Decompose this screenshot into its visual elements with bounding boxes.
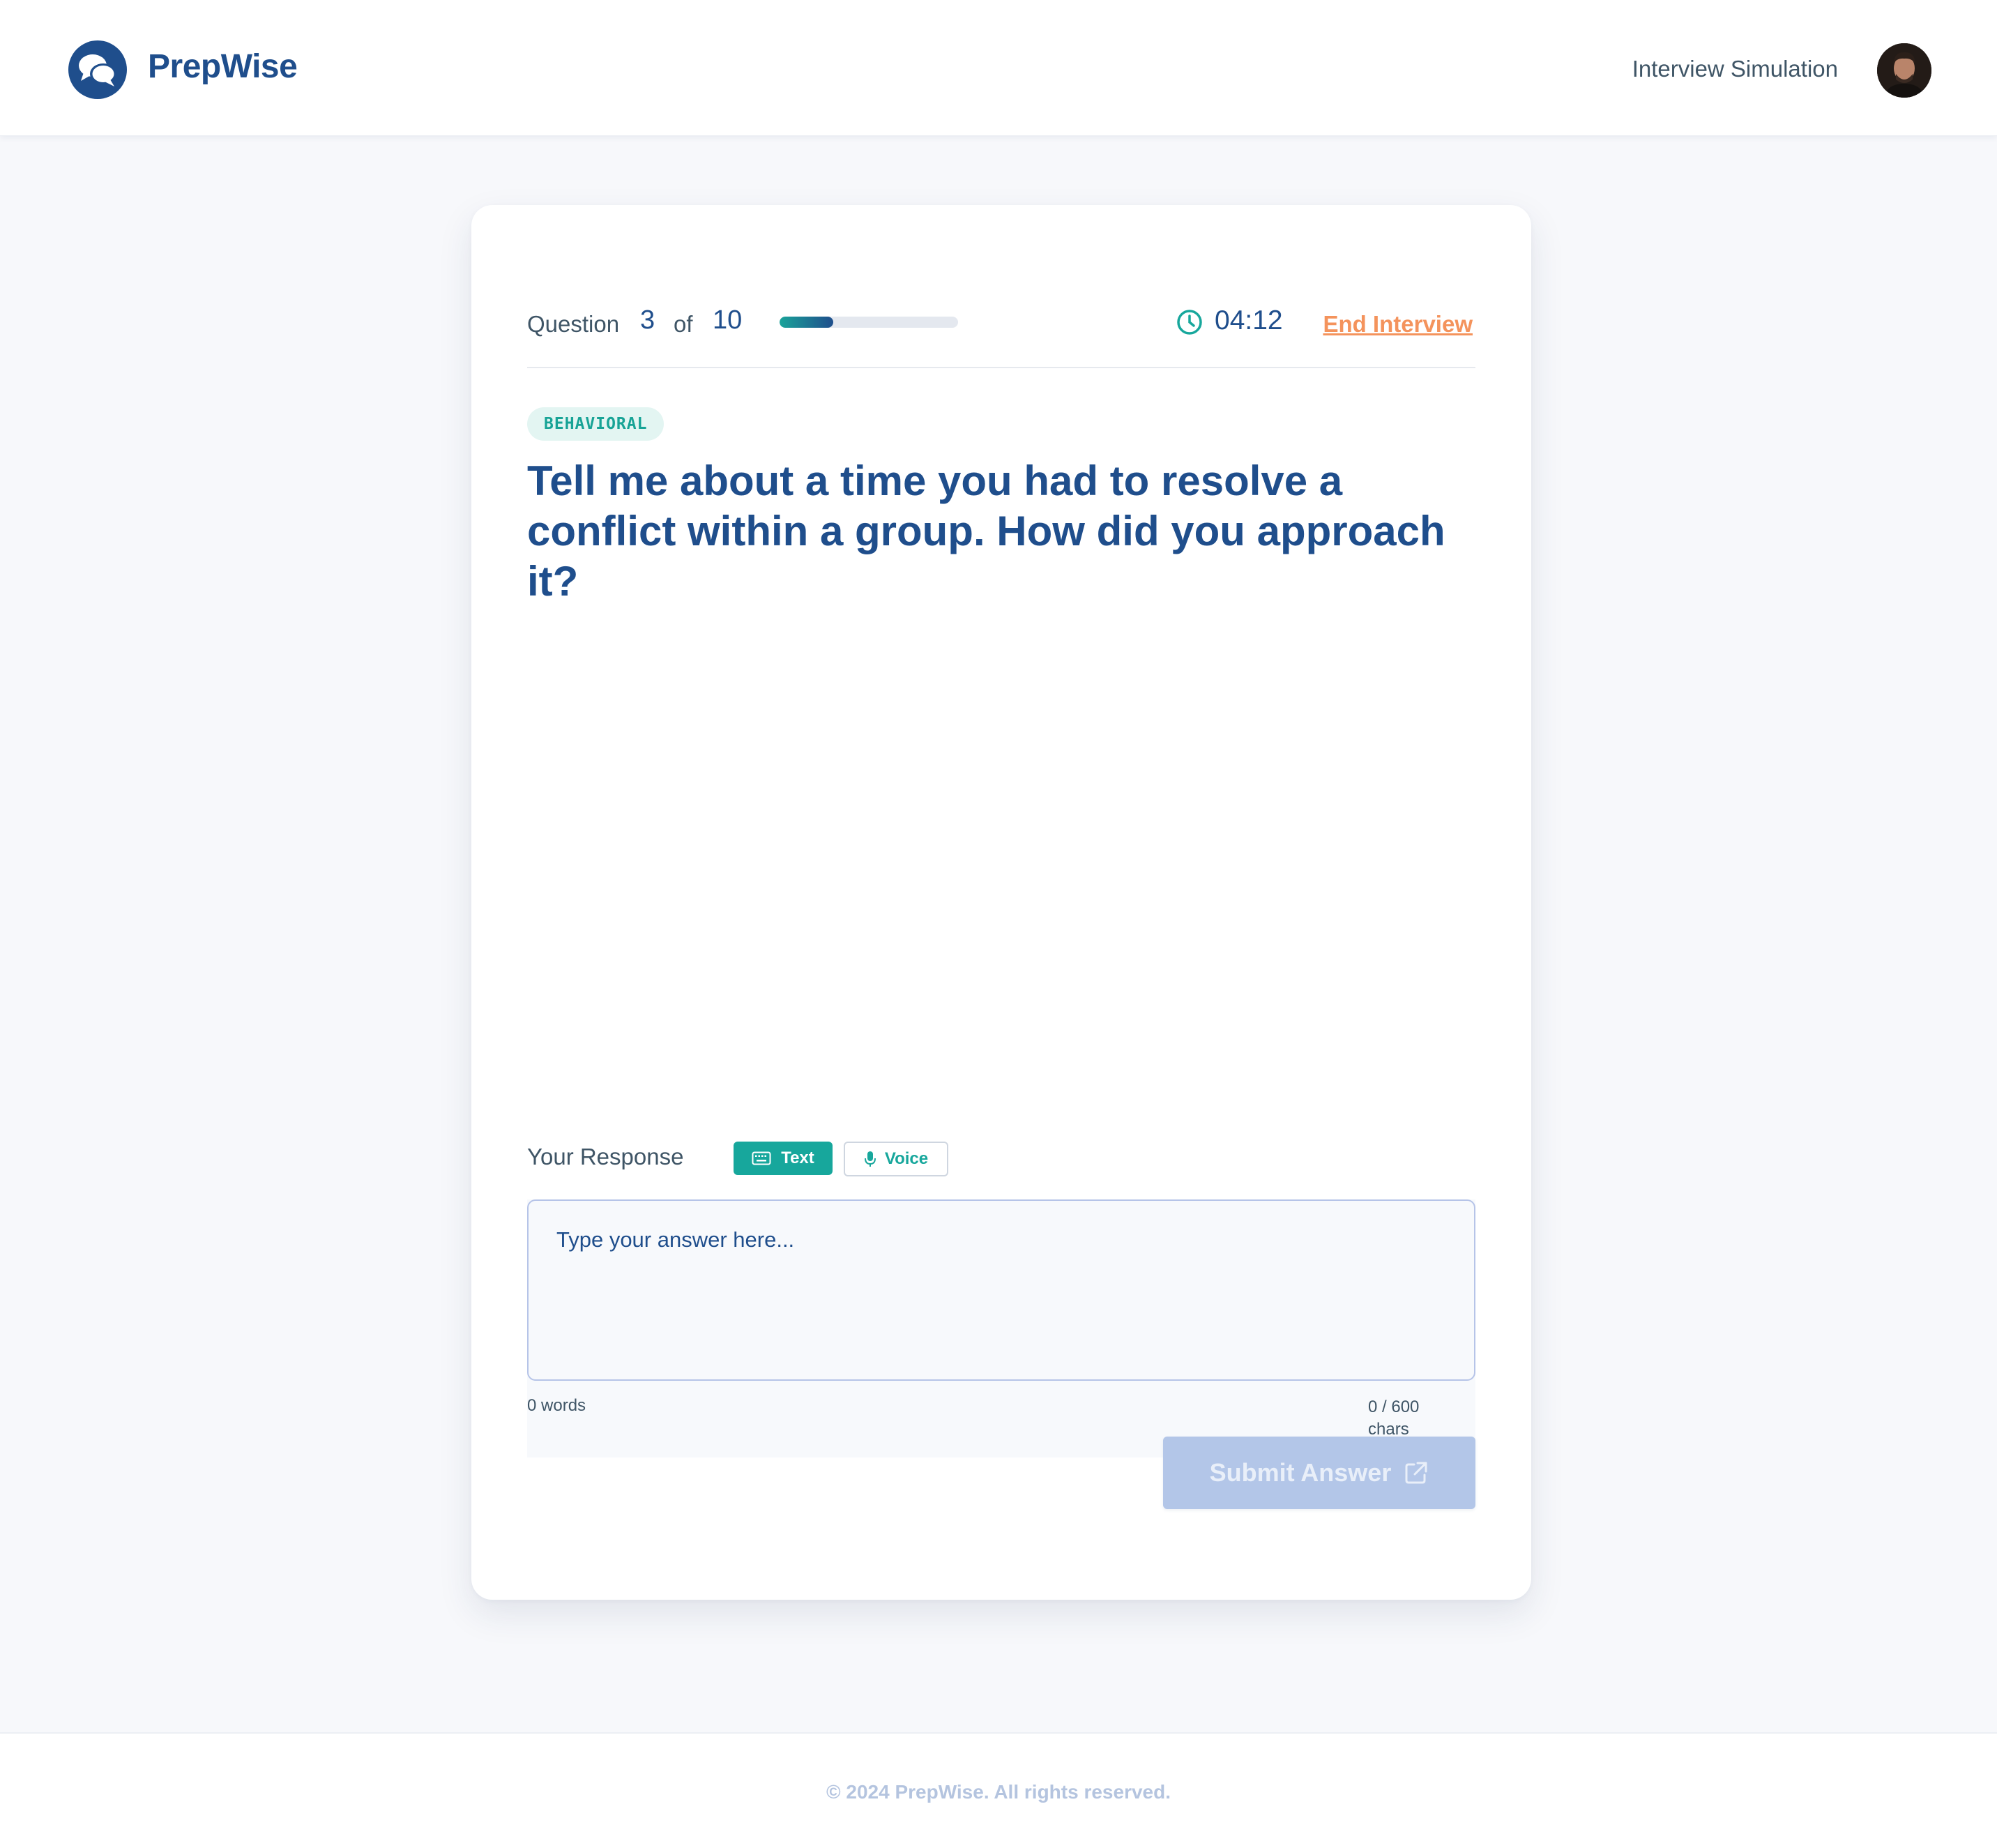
end-interview-link[interactable]: End Interview — [1323, 311, 1473, 338]
question-label: Question — [527, 311, 620, 337]
answer-textarea[interactable] — [527, 1199, 1475, 1381]
answer-area: 0 words 0 / 600 chars — [527, 1199, 1475, 1457]
chat-bubbles-logo-icon[interactable] — [68, 40, 127, 99]
char-count: 0 / 600 chars — [1368, 1398, 1420, 1439]
footer: © 2024 PrepWise. All rights reserved. — [0, 1732, 1997, 1848]
question-text: Tell me about a time you had to resolve … — [527, 457, 1445, 605]
voice-mode-button[interactable]: Voice — [844, 1142, 948, 1176]
timer: 04:12 — [1215, 305, 1283, 335]
text-mode-button[interactable]: Text — [734, 1142, 833, 1175]
submit-answer-label: Submit Answer — [1209, 1458, 1392, 1487]
clock-icon — [1177, 310, 1202, 335]
progress-bar-fill — [780, 317, 833, 328]
question-card: Question 3 of 10 04:12 End Interview BEH… — [471, 205, 1531, 1600]
submit-answer-button[interactable]: Submit Answer — [1163, 1437, 1475, 1509]
current-question-number: 3 — [640, 305, 655, 335]
category-badge: BEHAVIORAL — [527, 407, 665, 441]
keyboard-icon — [752, 1151, 771, 1165]
word-count: 0 words — [527, 1396, 586, 1415]
response-label: Your Response — [527, 1144, 684, 1169]
user-avatar[interactable] — [1877, 43, 1931, 98]
divider — [527, 367, 1475, 368]
of-label: of — [674, 311, 693, 337]
progress-bar — [780, 317, 958, 328]
text-mode-label: Text — [781, 1149, 814, 1167]
top-nav: PrepWise Interview Simulation — [0, 0, 1997, 136]
voice-mode-label: Voice — [884, 1149, 929, 1168]
user-photo-icon — [1877, 43, 1931, 98]
total-questions: 10 — [713, 305, 743, 335]
external-link-icon — [1405, 1462, 1427, 1484]
nav-interview-simulation[interactable]: Interview Simulation — [1632, 56, 1838, 82]
footer-copyright: © 2024 PrepWise. All rights reserved. — [826, 1781, 1171, 1803]
progress-row: Question 3 of 10 04:12 End Interview — [527, 300, 1475, 344]
microphone-icon — [864, 1151, 876, 1167]
brand-name[interactable]: PrepWise — [148, 47, 298, 86]
